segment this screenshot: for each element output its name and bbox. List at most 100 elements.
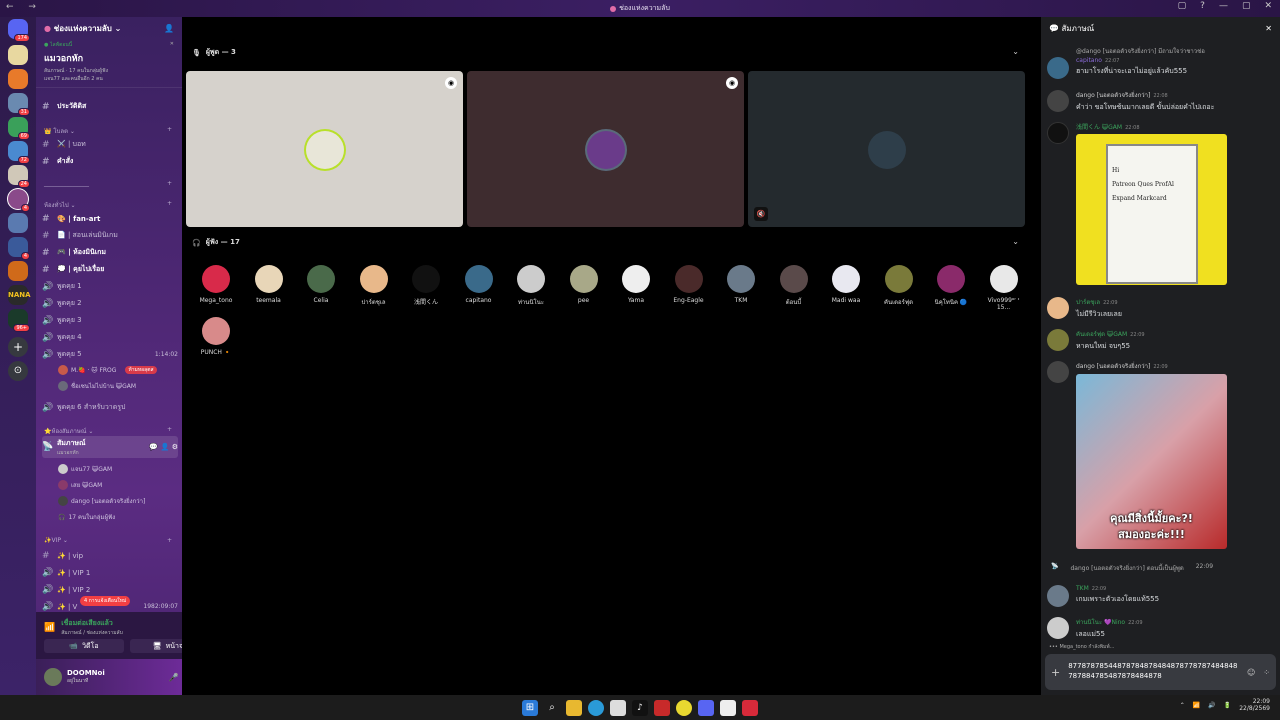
channel-item[interactable]: # 🎨 | fan-art: [42, 211, 178, 226]
voice-user[interactable]: M.🍓 · 🐱 FROG ห้ามหอลุตส: [58, 365, 157, 375]
voice-channel[interactable]: 🔊 พูดคุย 1: [42, 279, 178, 294]
audience-member[interactable]: นิคุโทนิค 🔵: [928, 265, 974, 307]
stage-user[interactable]: dango [นอตอตัวจริงยิ่งกว่า]: [58, 496, 145, 506]
channel-item[interactable]: # คำสั่ง: [42, 154, 178, 169]
add-channel-icon[interactable]: +: [167, 200, 172, 210]
close-button[interactable]: ✕: [1264, 1, 1272, 11]
app-icon[interactable]: [720, 699, 736, 716]
voice-channel[interactable]: 🔊 ✨ | VIP 1: [42, 565, 178, 580]
server-icon[interactable]: 69: [8, 117, 30, 140]
wifi-icon[interactable]: 📶: [1193, 702, 1200, 709]
avatar[interactable]: [1047, 617, 1069, 639]
start-icon[interactable]: ⊞: [522, 699, 538, 716]
audience-member[interactable]: pee: [561, 265, 607, 304]
avatar[interactable]: [1047, 57, 1069, 79]
add-channel-icon[interactable]: +: [167, 537, 172, 544]
category-header[interactable]: 👑 โบลต ⌄ +: [44, 126, 172, 136]
voice-channel[interactable]: 🔊 พูดคุย 6 สำหรับวาดรูป: [42, 400, 178, 415]
audience-member[interactable]: Eng-Eagle: [666, 265, 712, 304]
server-icon[interactable]: [8, 69, 28, 89]
home-button[interactable]: 174: [8, 19, 30, 42]
chevron-down-icon[interactable]: ⌄: [1012, 47, 1019, 56]
store-icon[interactable]: [610, 699, 626, 716]
new-mentions-pill[interactable]: 4 การแจ้งเตือนใหม่: [80, 596, 131, 606]
audience-member[interactable]: teemala: [246, 265, 292, 304]
audience-header[interactable]: 🎧 ผู้ฟัง — 17: [192, 237, 240, 248]
add-server-icon[interactable]: +: [8, 337, 28, 357]
audience-member[interactable]: capitano: [456, 265, 502, 304]
signal-icon[interactable]: 📶: [44, 623, 55, 633]
app-icon-active[interactable]: [742, 699, 758, 716]
dismiss-icon[interactable]: ✕: [170, 41, 174, 47]
chrome-icon[interactable]: [676, 699, 692, 716]
server-icon[interactable]: 96+: [8, 309, 30, 332]
stage-channel-active[interactable]: 📡 สัมภาษณ์ แมวอกหัก 💬 👤 ⚙: [42, 436, 178, 458]
attached-image[interactable]: Hi Patreon Ques ProfAl Expand Markcard: [1076, 134, 1227, 285]
avatar[interactable]: [1047, 90, 1069, 112]
voice-channel[interactable]: 🔊 ✨ | VIP 2: [42, 582, 178, 597]
close-icon[interactable]: ✕: [1265, 24, 1272, 33]
discover-icon[interactable]: ⊙: [8, 361, 28, 381]
minimize-button[interactable]: —: [1219, 1, 1228, 11]
audience-member[interactable]: ปาร์ตชุเล: [351, 265, 397, 307]
apps-icon[interactable]: ⁘: [1263, 668, 1270, 677]
server-icon[interactable]: [8, 261, 28, 281]
audience-member[interactable]: ท่านนิโนะ: [508, 265, 554, 307]
reply-preview[interactable]: @dango [นอตอตัวจริงยิ่งกว่า] มีถามใจว่าช…: [1076, 46, 1205, 56]
category-header[interactable]: ⭐ห้องสัมภาษณ์ ⌄ +: [44, 426, 172, 436]
voice-channel[interactable]: 🔊 พูดคุย 3: [42, 313, 178, 328]
mic-icon[interactable]: 🎤: [169, 673, 179, 682]
video-button[interactable]: 📹 วิดีโอ: [44, 639, 124, 653]
edge-icon[interactable]: [588, 699, 604, 716]
add-channel-icon[interactable]: +: [167, 126, 172, 136]
speaker-tile[interactable]: ◉: [186, 71, 463, 227]
stage-user[interactable]: เสย 😺GAM: [58, 480, 102, 490]
volume-icon[interactable]: 🔊: [1208, 702, 1215, 709]
voice-channel[interactable]: 🔊 พูดคุย 4: [42, 330, 178, 345]
clock[interactable]: 22:09 22/8/2569: [1239, 698, 1270, 712]
message-input-box[interactable]: + 87787878544878784878484878778787484848…: [1045, 654, 1276, 690]
inbox-icon[interactable]: ▢: [1178, 1, 1187, 11]
channel-item[interactable]: # ⚔️ | บอท: [42, 137, 178, 152]
audience-member[interactable]: คันเดอร์ฟุด: [876, 265, 922, 307]
add-channel-icon[interactable]: +: [167, 426, 172, 436]
avatar[interactable]: [1047, 297, 1069, 319]
server-icon[interactable]: 72: [8, 141, 30, 164]
user-avatar[interactable]: [44, 668, 62, 686]
category-header[interactable]: ✨VIP ⌄ +: [44, 537, 172, 544]
audience-member[interactable]: ต้อนบี้: [771, 265, 817, 307]
emoji-icon[interactable]: ☺: [1247, 668, 1255, 677]
server-icon[interactable]: [8, 213, 28, 233]
attached-image[interactable]: คุณมีสิ่งนี้มั้ยคะ?! สมองอะค่ะ!!!: [1076, 374, 1227, 549]
stage-actions-icons[interactable]: 💬 👤 ⚙: [149, 443, 178, 451]
maximize-button[interactable]: ▢: [1242, 1, 1251, 11]
invite-icon[interactable]: 👤: [164, 24, 174, 33]
battery-icon[interactable]: 🔋: [1224, 702, 1231, 709]
tiktok-icon[interactable]: ♪: [632, 699, 648, 716]
category-header[interactable]: _______________ +: [44, 180, 172, 187]
server-icon[interactable]: 24: [8, 165, 30, 188]
screen-share-button[interactable]: 🖥หน้าจอ: [130, 639, 182, 653]
server-icon-active[interactable]: 4: [8, 189, 30, 212]
server-icon[interactable]: 4: [8, 237, 30, 260]
speakers-header[interactable]: 🎙 ผู้พูด — 3: [192, 47, 236, 58]
audience-member[interactable]: Mega_tono: [193, 265, 239, 304]
voice-channel[interactable]: 🔊 พูดคุย 5 1:14:02: [42, 347, 178, 362]
channel-item[interactable]: # 📄 | สอนเล่นมินิเกม: [42, 228, 178, 243]
audience-member[interactable]: Celia: [298, 265, 344, 304]
category-header[interactable]: ห้องทั่วไป ⌄ +: [44, 200, 172, 210]
stage-audience-count[interactable]: 🎧 17 คนในกลุ่มผู้ฟัง: [58, 512, 115, 522]
file-explorer-icon[interactable]: [566, 699, 582, 716]
app-icon[interactable]: [654, 699, 670, 716]
audience-member[interactable]: Yama: [613, 265, 659, 304]
chevron-down-icon[interactable]: ⌄: [1012, 237, 1019, 246]
avatar[interactable]: [1047, 329, 1069, 351]
avatar[interactable]: [1047, 361, 1069, 383]
channel-item[interactable]: # 💭 | คุยไปเรื่อย: [42, 262, 178, 277]
add-attachment-icon[interactable]: +: [1051, 666, 1060, 679]
server-header[interactable]: ● ช่องแห่งความลับ ⌄ 👤: [36, 17, 182, 39]
server-icon[interactable]: [8, 45, 28, 65]
channel-item[interactable]: # ประวัติดิส: [42, 99, 178, 114]
channel-item[interactable]: # ✨ | vip: [42, 548, 178, 563]
server-icon-nana[interactable]: NANA: [8, 285, 31, 305]
